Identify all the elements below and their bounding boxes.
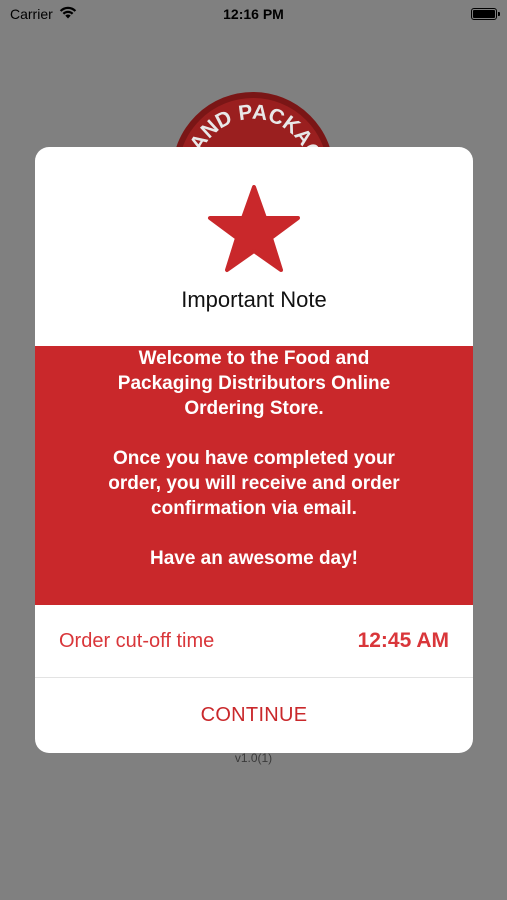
version-label: v1.0(1) [234,751,273,765]
continue-button[interactable]: CONTINUE [35,678,473,753]
star-icon [207,185,301,278]
message-line: Have an awesome day! [149,548,359,569]
modal-header: Important Note [35,147,473,346]
message-line: confirmation via email. [151,498,357,519]
message-line: Welcome to the Food and [138,348,370,369]
message-line: Packaging Distributors Online [117,373,391,394]
continue-label: CONTINUE [200,704,308,726]
modal-title: Important Note [181,287,327,312]
wifi-icon [59,6,77,22]
message-line: order, you will receive and order [108,473,400,494]
message-line: Once you have completed your [113,448,395,469]
battery-icon [471,8,500,20]
cutoff-time: 12:45 AM [357,629,449,652]
message-line: Ordering Store. [184,398,324,419]
cutoff-label: Order cut-off time [59,629,215,652]
modal-message: Welcome to the Food and Packaging Distri… [35,346,473,605]
cutoff-row: Order cut-off time 12:45 AM [35,605,473,678]
carrier-label: Carrier [10,6,53,22]
status-left: Carrier [10,6,77,22]
battery-fill [473,10,495,18]
important-note-modal: Important Note Welcome to the Food and P… [35,147,473,753]
status-bar: Carrier 12:16 PM [0,0,507,28]
